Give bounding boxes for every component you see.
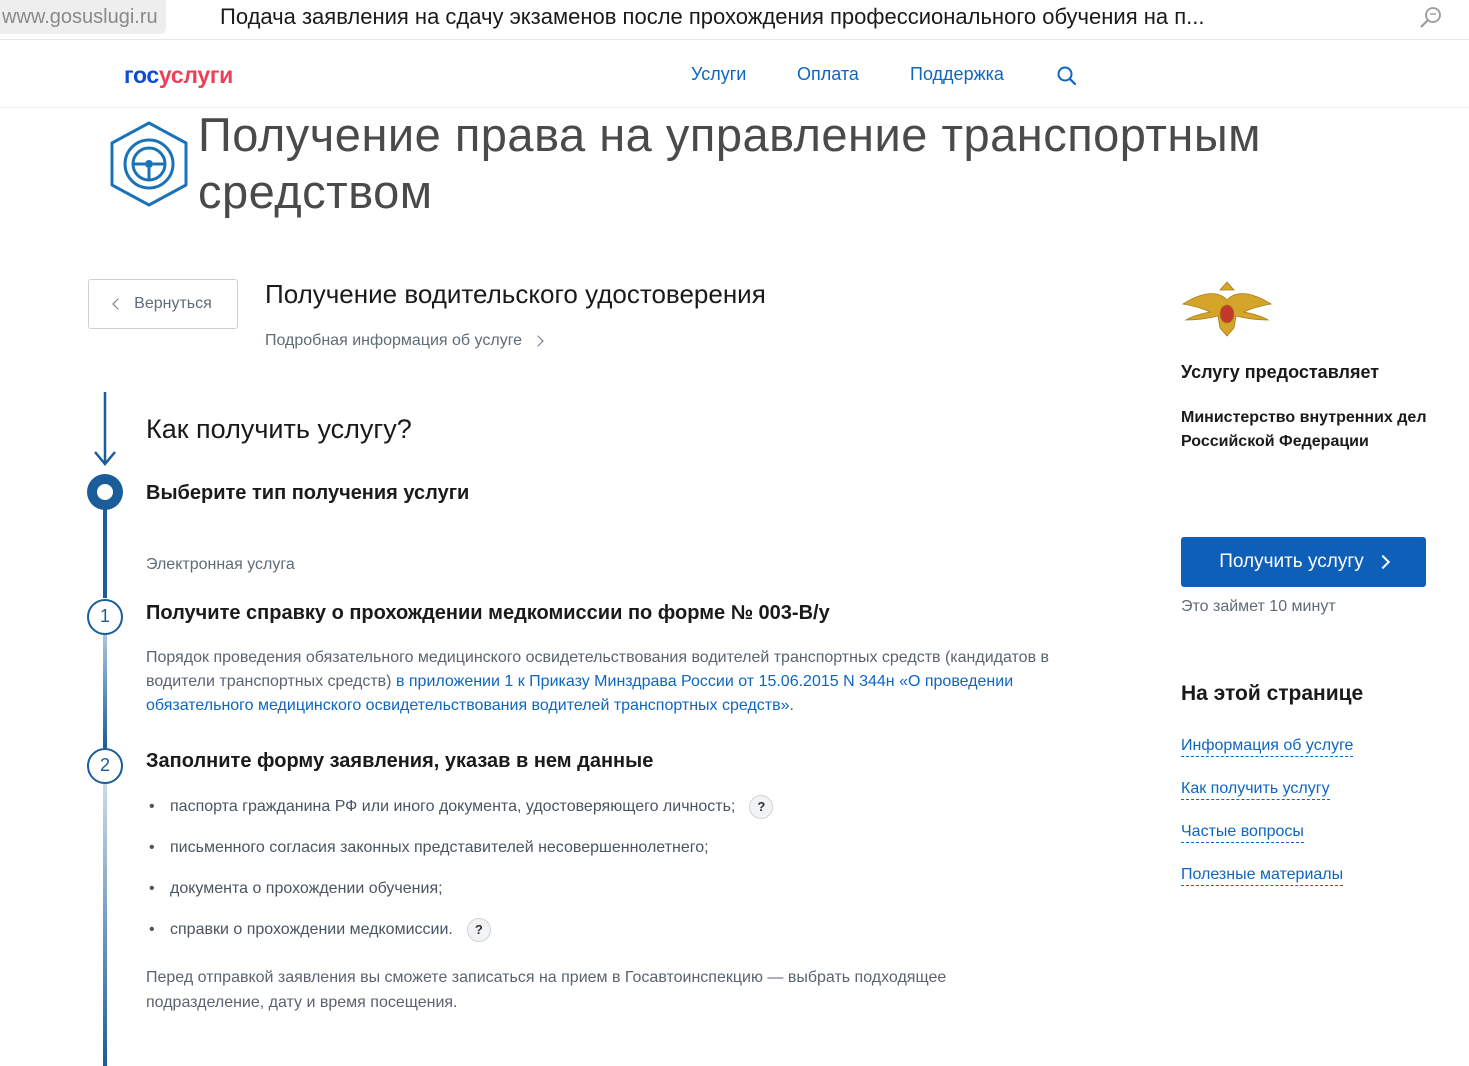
help-icon[interactable]: ? [749,794,774,819]
list-item-text: справки о прохождении медкомиссии. [170,921,453,938]
step-2-note: Перед отправкой заявления вы сможете зап… [146,969,947,1011]
service-details-label: Подробная информация об услуге [265,332,523,349]
list-item: справки о прохождении медкомиссии.? [146,917,1046,958]
toc-link-info[interactable]: Информация об услуге [1181,736,1354,757]
list-item-text: письменного согласия законных представит… [170,839,709,856]
step-2-title: Заполните форму заявления, указав в нем … [146,750,654,772]
provider-label: Услугу предоставляет [1181,362,1380,382]
address-domain[interactable]: www.gosuslugi.ru [0,0,166,34]
chevron-right-icon [1375,554,1390,570]
chevron-right-icon [532,335,544,347]
list-item: паспорта гражданина РФ или иного докумен… [146,794,1046,835]
get-service-label: Получить услугу [1219,551,1364,572]
search-icon[interactable] [1418,5,1444,31]
step-number-1: 1 [87,599,123,635]
required-data-list: паспорта гражданина РФ или иного докумен… [146,794,1046,958]
logo-part-uslugi: услуги [158,62,233,88]
list-item-text: паспорта гражданина РФ или иного докумен… [170,798,736,815]
back-button-label: Вернуться [134,295,212,312]
page-title: Получение права на управление транспортн… [198,108,1261,218]
gosuslugi-logo[interactable]: госуслуги [124,62,233,89]
browser-address-bar: www.gosuslugi.ru Подача заявления на сда… [0,0,1469,40]
nav-payment[interactable]: Оплата [797,64,859,85]
timeline-line [103,784,107,1066]
time-estimate: Это займет 10 минут [1181,598,1336,615]
chevron-left-icon [112,298,124,310]
how-heading: Как получить услугу? [146,414,412,444]
toc-link-faq[interactable]: Частые вопросы [1181,822,1304,843]
nav-support[interactable]: Поддержка [910,64,1004,85]
step-1-description: Порядок проведения обязательного медицин… [146,646,1076,718]
list-item: документа о прохождении обучения; [146,876,1046,917]
timeline-line [103,506,107,598]
nav-services[interactable]: Услуги [691,64,746,85]
list-item-text: документа о прохождении обучения; [170,880,443,897]
toc-link-materials[interactable]: Полезные материалы [1181,865,1344,886]
step-number-2: 2 [87,748,123,784]
service-details-link[interactable]: Подробная информация об услуге [265,332,544,350]
browser-tab-title: Подача заявления на сдачу экзаменов посл… [220,4,1205,29]
timeline-current-step-marker [87,474,123,510]
get-service-button[interactable]: Получить услугу [1181,537,1426,587]
choose-type-title: Выберите тип получения услуги [146,482,470,504]
search-icon[interactable] [1056,65,1078,87]
toc-link-how[interactable]: Как получить услугу [1181,779,1330,800]
provider-organization: Министерство внутренних дел Российской Ф… [1181,409,1427,450]
arrow-down-icon [94,392,116,466]
step-1-title: Получите справку о прохождении медкомисс… [146,602,830,624]
logo-part-gos: гос [124,62,159,88]
timeline-line [103,635,107,748]
back-button[interactable]: Вернуться [88,279,238,329]
mvd-emblem-icon [1181,281,1273,337]
site-header: госуслуги Услуги Оплата Поддержка [0,48,1469,108]
help-icon[interactable]: ? [466,917,491,942]
list-item: письменного согласия законных представит… [146,835,1046,876]
service-title: Получение водительского удостоверения [265,279,766,309]
toc-heading: На этой странице [1181,682,1364,705]
steering-wheel-icon [110,121,188,207]
service-type-label: Электронная услуга [146,556,295,573]
